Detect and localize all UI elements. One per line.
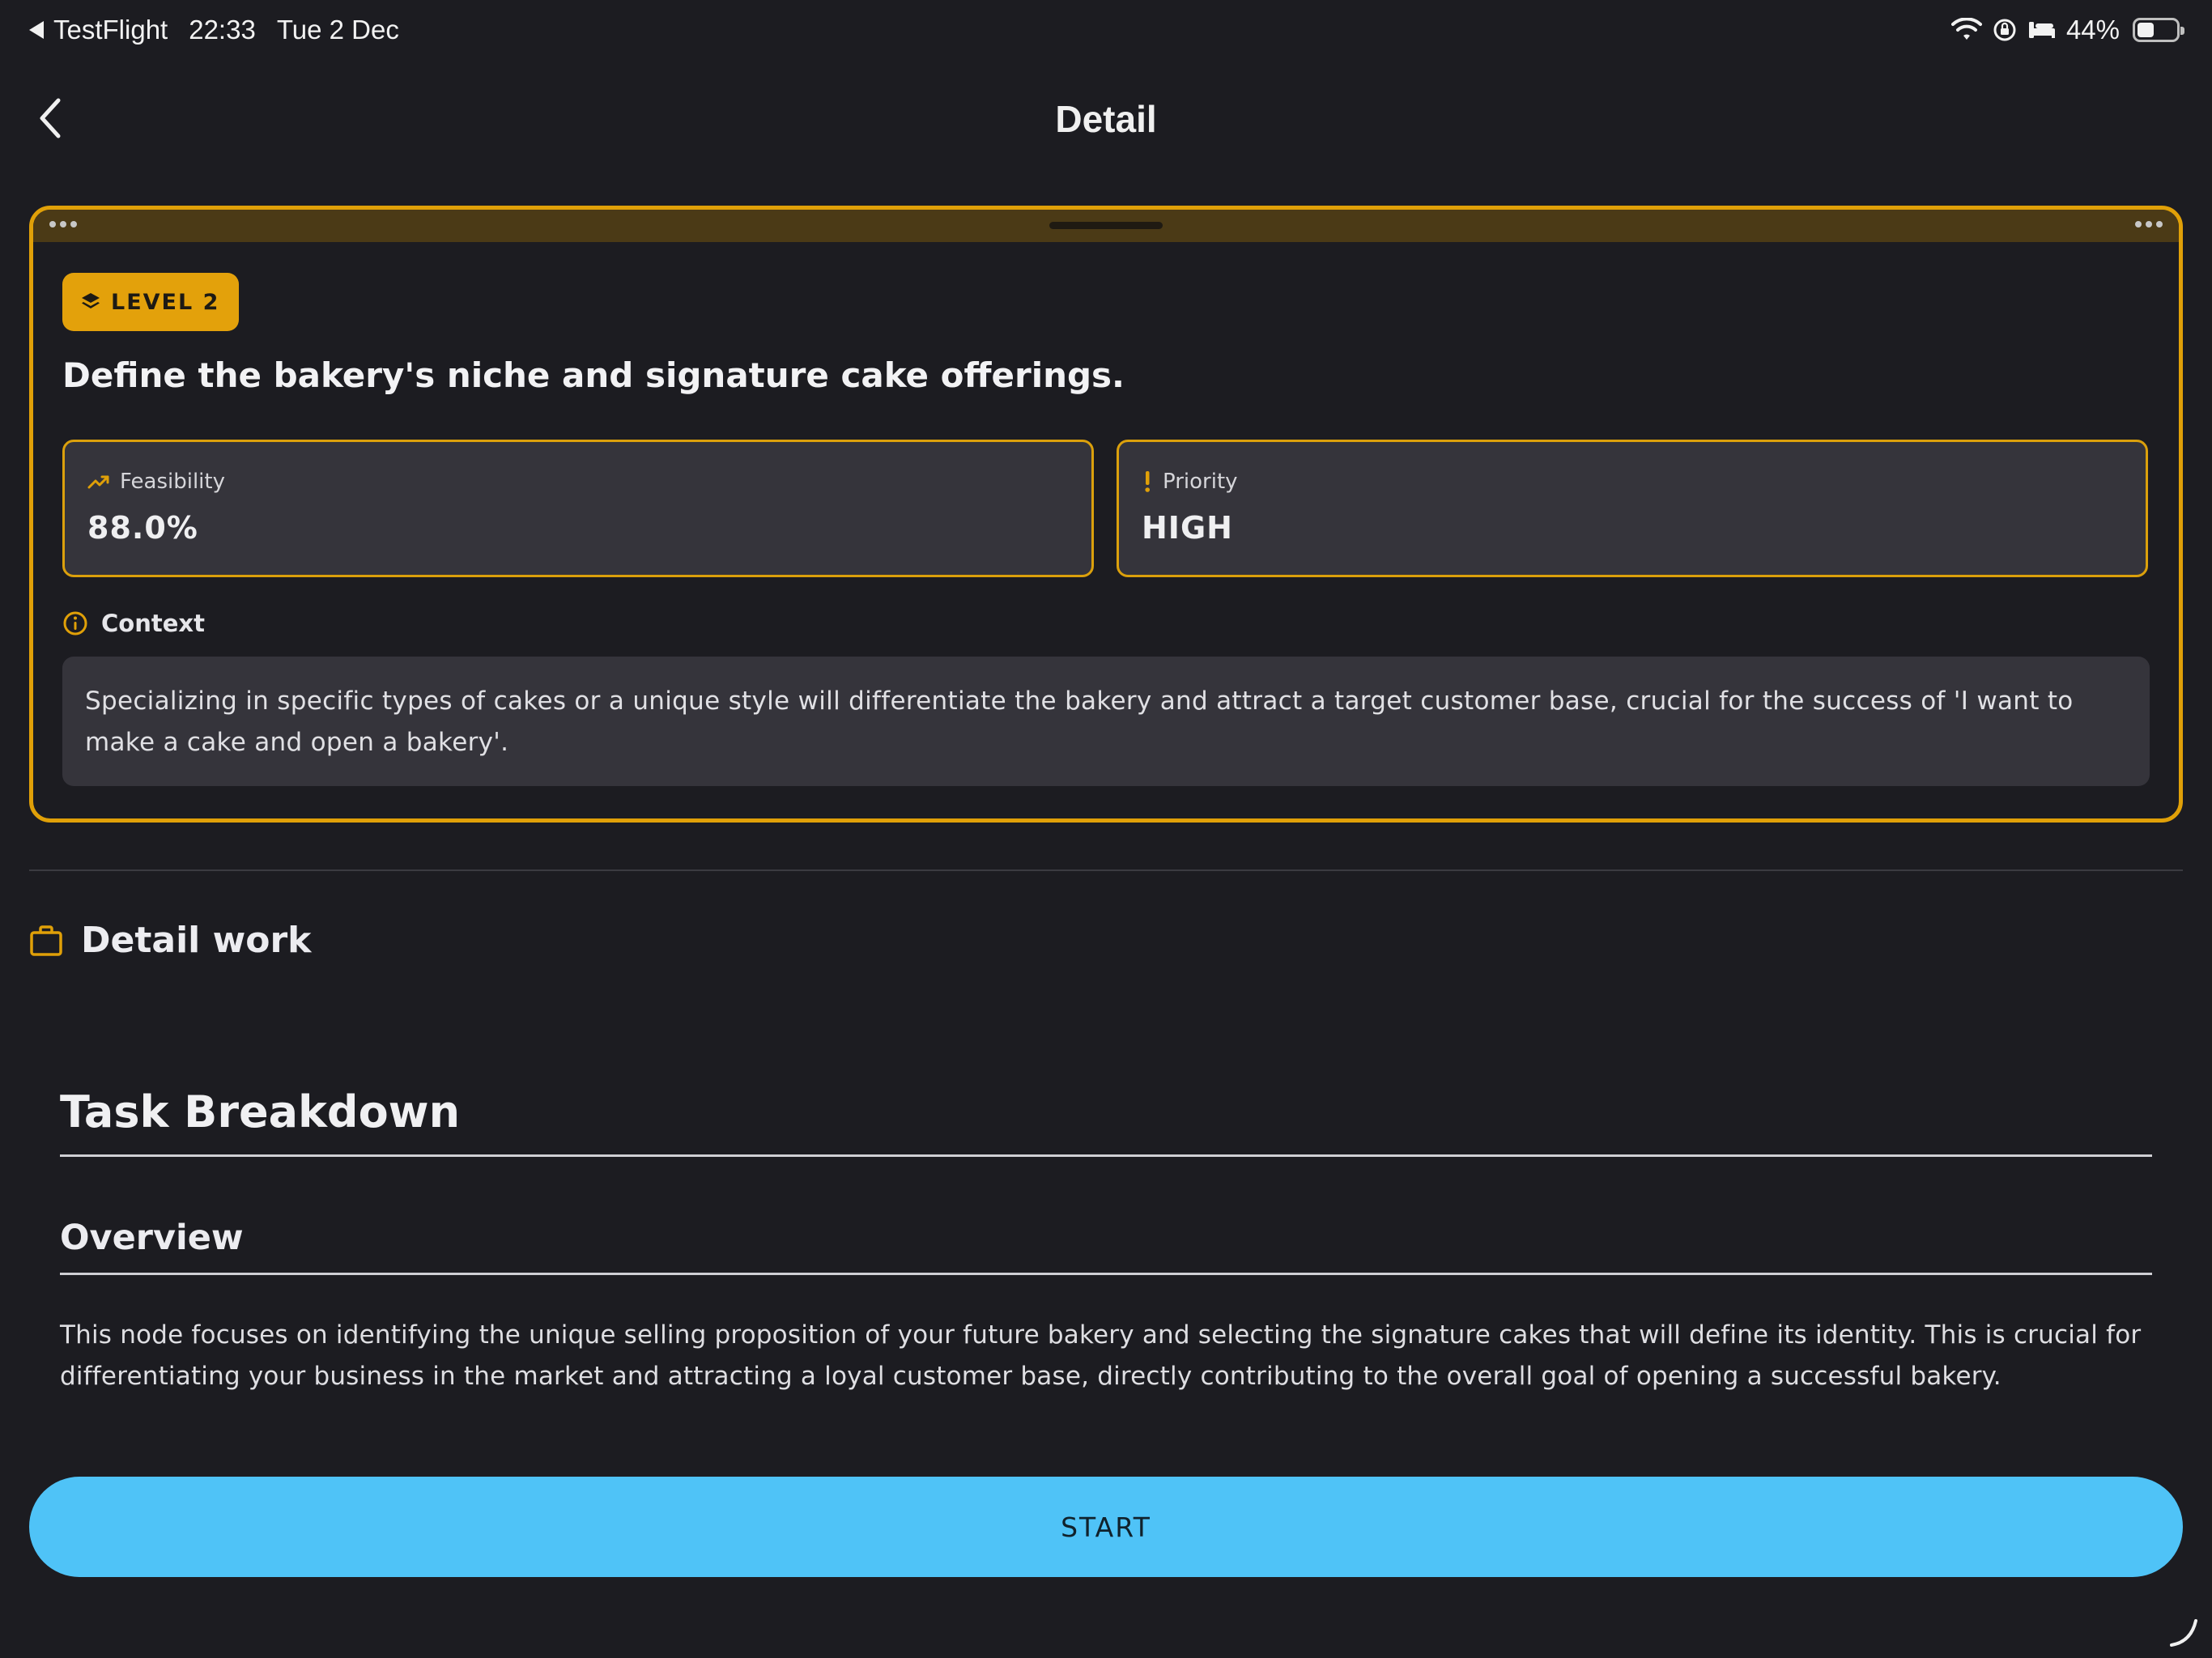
page-title: Detail: [1055, 98, 1157, 140]
task-title: Define the bakery's niche and signature …: [62, 355, 1125, 395]
wifi-icon: [1950, 18, 1982, 40]
level-badge: LEVEL 2: [62, 273, 240, 331]
context-label: Context: [101, 610, 205, 637]
context-text: Specializing in specific types of cakes …: [62, 657, 2150, 786]
task-detail-card: LEVEL 2 Define the bakery's niche and si…: [29, 206, 2183, 823]
task-breakdown-heading: Task Breakdown: [60, 1086, 461, 1137]
orientation-lock-icon: [1993, 19, 2016, 41]
priority-card: Priority HIGH: [1117, 440, 2148, 577]
back-to-app-icon[interactable]: [29, 21, 44, 39]
detail-work-header: Detail work: [29, 920, 311, 961]
level-label: LEVEL 2: [111, 289, 220, 315]
feasibility-card: Feasibility 88.0%: [62, 440, 1094, 577]
context-heading: Context: [62, 610, 205, 637]
back-app-label[interactable]: TestFlight: [53, 15, 168, 45]
drag-handle[interactable]: [1049, 222, 1163, 229]
overview-paragraph: This node focuses on identifying the uni…: [60, 1320, 2142, 1391]
heading-rule: [60, 1154, 2152, 1157]
battery-fill: [2138, 23, 2154, 37]
resize-handle-icon[interactable]: [2167, 1614, 2201, 1648]
battery-icon: [2133, 18, 2184, 42]
priority-label: Priority: [1163, 470, 1238, 494]
feasibility-value: 88.0%: [87, 510, 198, 546]
priority-value: HIGH: [1142, 510, 1233, 546]
status-date: Tue 2 Dec: [276, 15, 399, 45]
exclamation-icon: [1145, 471, 1150, 492]
subheading-rule: [60, 1273, 2152, 1275]
status-time: 22:33: [189, 15, 256, 45]
feasibility-label: Feasibility: [120, 470, 225, 494]
status-bar-right: 44%: [1950, 15, 2184, 45]
briefcase-icon: [30, 925, 62, 956]
section-divider: [29, 869, 2183, 871]
info-icon: [63, 611, 87, 636]
layers-icon: [82, 293, 100, 308]
start-button[interactable]: START: [29, 1477, 2183, 1577]
detail-work-label: Detail work: [81, 920, 312, 961]
card-top-bar: [33, 210, 2179, 242]
overview-heading: Overview: [60, 1218, 244, 1258]
status-bar-left[interactable]: TestFlight 22:33 Tue 2 Dec: [29, 15, 399, 45]
trending-up-icon: [87, 475, 109, 489]
status-bar: TestFlight 22:33 Tue 2 Dec 44%: [0, 0, 2212, 65]
battery-percentage: 44%: [2065, 15, 2120, 45]
sleep-mode-icon: [2028, 22, 2055, 38]
more-icon-right[interactable]: [2135, 221, 2163, 227]
more-icon-left[interactable]: [49, 221, 77, 227]
